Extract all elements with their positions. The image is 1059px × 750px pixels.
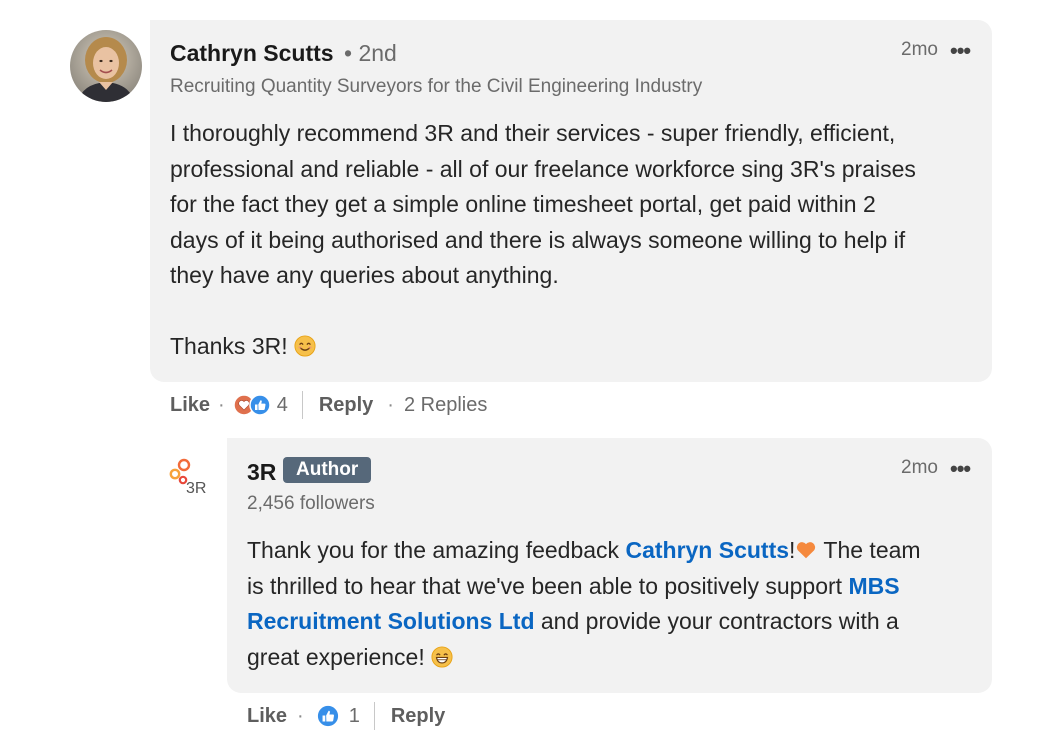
svg-text:3R: 3R: [186, 480, 206, 496]
reply-text: and provide your contractors with a: [534, 608, 899, 634]
more-options-icon[interactable]: •••: [950, 456, 971, 482]
comment-thanks-line: Thanks 3R!: [170, 329, 980, 365]
reply-text: is thrilled to hear that we've been able…: [247, 572, 849, 599]
reply-button[interactable]: Reply: [391, 705, 445, 728]
reply-body-line: Recruitment Solutions Ltd and provide yo…: [247, 604, 982, 640]
comment-author-name[interactable]: Cathryn Scutts: [170, 40, 334, 67]
reply-author-followers: 2,456 followers: [247, 493, 375, 514]
avatar[interactable]: [70, 30, 142, 102]
comment-body-line: days of it being authorised and there is…: [170, 226, 906, 253]
mention-link-company[interactable]: Recruitment Solutions Ltd: [247, 608, 535, 634]
reply-text: Thank you for the amazing feedback: [247, 537, 626, 563]
divider: [373, 702, 375, 730]
comment-actions: Like · 4 Reply · 2 Replies: [170, 390, 487, 420]
comment-body-line: they have any queries about anything.: [170, 262, 559, 288]
separator-dot: ·: [218, 393, 225, 416]
separator-dot: ·: [387, 393, 394, 416]
comment-body-line: I thoroughly recommend 3R and their serv…: [170, 120, 896, 146]
reply-body-line: great experience!: [247, 640, 982, 676]
comment-timestamp: 2mo: [901, 39, 938, 60]
mention-link-company[interactable]: MBS: [848, 573, 899, 599]
comment-body-line: professional and reliable - all of our f…: [170, 155, 916, 182]
separator-dot: ·: [297, 704, 304, 727]
reply-button[interactable]: Reply: [319, 394, 373, 417]
comment-author-headline: Recruiting Quantity Surveyors for the Ci…: [170, 76, 703, 97]
like-button[interactable]: Like: [247, 705, 287, 728]
connection-degree: • 2nd: [344, 40, 397, 66]
more-options-icon[interactable]: •••: [950, 38, 971, 64]
comment-body: I thoroughly recommend 3R and their serv…: [170, 116, 980, 365]
author-badge: Author: [283, 457, 372, 483]
reaction-count[interactable]: 4: [277, 394, 288, 417]
divider: [301, 391, 303, 419]
comment-body-line: for the fact they get a simple online ti…: [170, 191, 876, 217]
reaction-summary[interactable]: [232, 394, 271, 416]
mention-link-person[interactable]: Cathryn Scutts: [625, 537, 789, 563]
like-reaction-icon: [315, 704, 340, 728]
reply-body-line: Thank you for the amazing feedback Cathr…: [247, 533, 982, 569]
reply-actions: Like · 1 Reply: [247, 701, 445, 731]
reply-author-name[interactable]: 3R: [247, 459, 276, 486]
profile-photo-icon: [70, 30, 142, 102]
reply-timestamp: 2mo: [901, 457, 938, 478]
thanks-text: Thanks 3R!: [170, 333, 288, 359]
like-button[interactable]: Like: [170, 394, 210, 417]
orange-heart-icon: [797, 542, 816, 559]
grinning-face-icon: [431, 645, 453, 668]
reaction-count[interactable]: 1: [349, 705, 360, 728]
reply-body-line: is thrilled to hear that we've been able…: [247, 569, 982, 605]
reply-body: Thank you for the amazing feedback Cathr…: [247, 533, 982, 675]
comment-thread: Cathryn Scutts • 2nd Recruiting Quantity…: [0, 0, 1059, 750]
reaction-summary[interactable]: [315, 704, 340, 728]
reply-text: great experience!: [247, 643, 425, 670]
company-logo[interactable]: 3R: [168, 456, 214, 497]
like-reaction-icon: [248, 394, 271, 416]
reply-text: The team: [817, 537, 921, 563]
smiling-face-icon: [294, 335, 316, 357]
replies-link[interactable]: 2 Replies: [404, 394, 487, 417]
3r-company-logo-icon: 3R: [169, 458, 206, 497]
